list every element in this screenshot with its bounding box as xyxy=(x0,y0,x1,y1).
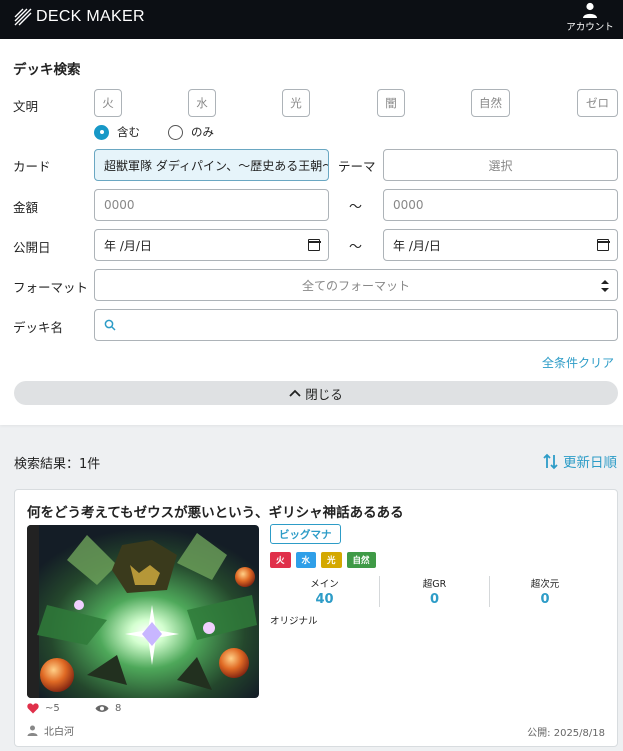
author-name: 北白河 xyxy=(44,727,74,738)
updown-chevron-icon xyxy=(601,280,609,292)
count-main: メイン 40 xyxy=(270,576,380,607)
logo-text: DECK MAKER xyxy=(36,8,145,25)
deck-art-image xyxy=(27,525,259,698)
price-min-input[interactable]: 0000 xyxy=(94,189,329,221)
close-search-button[interactable]: 閉じる xyxy=(14,381,618,405)
civ-label: 文明 xyxy=(13,99,39,114)
civ-button-water[interactable]: 水 xyxy=(188,89,216,117)
calendar-icon[interactable] xyxy=(307,239,321,251)
price-max-input[interactable]: 0000 xyxy=(383,189,618,221)
deck-civ-tags: 火 水 光 自然 xyxy=(270,552,381,568)
heart-icon[interactable] xyxy=(27,703,39,714)
account-button[interactable]: アカウント xyxy=(563,2,617,33)
view-count: 8 xyxy=(95,703,121,714)
calendar-icon[interactable] xyxy=(596,239,610,251)
radio-dot xyxy=(168,124,183,140)
published-date: 公開: 2025/8/18 xyxy=(527,728,605,739)
eye-icon xyxy=(95,705,109,712)
user-icon xyxy=(583,2,597,18)
deck-author[interactable]: 北白河 xyxy=(27,723,74,738)
like-value: ~5 xyxy=(45,703,60,714)
count-value: 40 xyxy=(315,592,334,607)
deck-counts: メイン 40 超GR 0 超次元 0 xyxy=(270,576,600,607)
count-value: 0 xyxy=(429,592,440,607)
theme-select[interactable]: 選択 xyxy=(383,149,618,181)
user-icon xyxy=(27,725,38,736)
format-select-value: 全てのフォーマット xyxy=(301,278,410,293)
date-to-value: 年 /月/日 xyxy=(393,238,441,253)
deck-name-label: デッキ名 xyxy=(13,320,64,335)
civ-tag-water: 水 xyxy=(295,552,317,568)
search-icon xyxy=(104,319,116,331)
sort-button[interactable]: 更新日順 xyxy=(542,451,617,471)
count-gr: 超GR 0 xyxy=(380,576,490,607)
radio-dot-selected xyxy=(94,124,109,140)
count-hyperspatial: 超次元 0 xyxy=(490,576,600,607)
civ-button-fire[interactable]: 火 xyxy=(94,89,122,117)
chevron-up-icon xyxy=(289,389,301,397)
deck-search-panel: デッキ検索 文明 火 水 光 闇 自然 ゼロ 含む のみ カード 超獣軍隊 ダデ… xyxy=(0,39,623,425)
top-bar: DECK MAKER アカウント xyxy=(0,0,623,39)
original-label: オリジナル xyxy=(270,616,318,627)
format-select[interactable]: 全てのフォーマット xyxy=(94,269,618,301)
radio-include[interactable]: 含む xyxy=(94,124,140,140)
theme-label: テーマ xyxy=(338,159,376,174)
like-count[interactable]: ~5 xyxy=(27,703,60,714)
deck-title[interactable]: 何をどう考えてもゼウスが悪いという、ギリシャ神話あるある xyxy=(27,501,404,521)
civ-tag-light: 光 xyxy=(321,552,342,568)
civ-button-zero[interactable]: ゼロ xyxy=(577,89,618,117)
deck-name-input[interactable] xyxy=(94,309,618,341)
radio-only-label: のみ xyxy=(191,125,214,139)
logo-icon xyxy=(14,8,32,26)
date-label: 公開日 xyxy=(13,240,51,255)
date-to-input[interactable]: 年 /月/日 xyxy=(383,229,618,261)
price-range-separator: 〜 xyxy=(349,200,363,215)
format-badge: ビッグマナ xyxy=(270,524,341,544)
app-logo[interactable]: DECK MAKER xyxy=(14,8,145,26)
civ-tag-fire: 火 xyxy=(270,552,291,568)
results-count: 検索結果：1件 xyxy=(14,457,101,472)
count-label: 超GR xyxy=(422,579,447,590)
deck-card[interactable]: 何をどう考えてもゼウスが悪いという、ギリシャ神話あるある ビッグマナ 火 水 光… xyxy=(14,489,618,747)
count-label: メイン xyxy=(310,579,339,590)
date-from-value: 年 /月/日 xyxy=(104,238,152,253)
sort-label: 更新日順 xyxy=(563,455,617,471)
sort-icon xyxy=(543,453,558,469)
close-label: 閉じる xyxy=(305,386,343,402)
civ-button-light[interactable]: 光 xyxy=(282,89,310,117)
radio-only[interactable]: のみ xyxy=(168,124,214,140)
count-label: 超次元 xyxy=(530,579,560,590)
panel-title: デッキ検索 xyxy=(13,62,81,78)
format-label: フォーマット xyxy=(13,280,89,295)
civ-button-nature[interactable]: 自然 xyxy=(471,89,510,117)
account-label: アカウント xyxy=(566,22,614,33)
price-label: 金額 xyxy=(13,200,39,215)
date-from-input[interactable]: 年 /月/日 xyxy=(94,229,329,261)
card-label: カード xyxy=(13,159,51,174)
count-value: 0 xyxy=(540,592,550,607)
view-value: 8 xyxy=(115,703,122,714)
card-input[interactable]: 超獣軍隊 ダディパイン、〜歴史ある王朝〜 xyxy=(94,149,329,181)
deck-thumbnail[interactable] xyxy=(27,525,259,698)
civ-button-darkness[interactable]: 闇 xyxy=(377,89,405,117)
radio-include-label: 含む xyxy=(117,125,140,139)
date-range-separator: 〜 xyxy=(349,240,363,255)
clear-all-link[interactable]: 全条件クリア xyxy=(542,354,614,371)
civ-tag-nature: 自然 xyxy=(346,552,376,568)
